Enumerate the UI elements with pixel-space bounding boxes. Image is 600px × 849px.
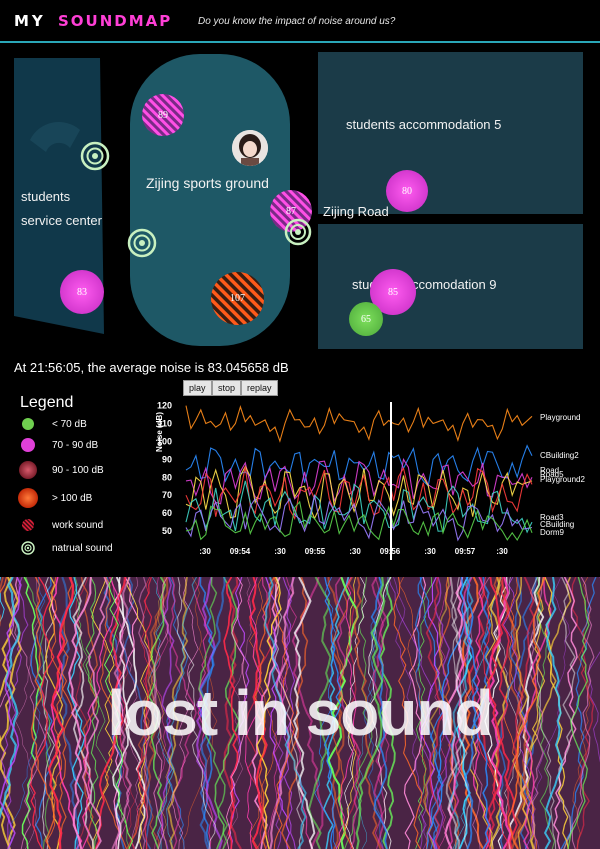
logo-my: MY: [14, 12, 46, 30]
x-tick-label: :30: [199, 547, 211, 556]
noise-bubble-work[interactable]: 89: [142, 94, 184, 136]
y-tick-label: 90: [162, 454, 172, 464]
series-line: [185, 404, 533, 443]
label-accommodation-5: students accommodation 5: [346, 117, 502, 132]
noise-bubble[interactable]: 80: [386, 170, 428, 212]
legend-label-70-90: 70 - 90 dB: [52, 440, 99, 451]
series-label: Playground2: [540, 475, 585, 484]
avatar[interactable]: [232, 130, 268, 166]
y-tick-label: 110: [157, 419, 172, 429]
replay-button[interactable]: replay: [241, 380, 278, 396]
label-sports-ground: Zijing sports ground: [146, 175, 269, 191]
y-tick-label: 120: [157, 401, 172, 411]
x-tick-label: :30: [424, 547, 436, 556]
legend-swatches: [18, 418, 38, 555]
x-tick-label: :30: [496, 547, 508, 556]
series-label: Playground: [540, 413, 580, 422]
series-line: [185, 500, 533, 542]
legend-label-90-100: 90 - 100 dB: [52, 465, 104, 476]
label-service-center: students service center: [21, 189, 102, 228]
x-tick-label: 09:57: [455, 547, 476, 556]
y-tick-label: 80: [162, 472, 172, 482]
legend-swatch-70-90: [21, 438, 35, 452]
average-noise-status: At 21:56:05, the average noise is 83.045…: [14, 360, 289, 375]
noise-chart[interactable]: Noise (dB)5060708090100110120:30 09:54:30…: [150, 396, 600, 570]
campus-map[interactable]: students service center Zijing sports gr…: [0, 44, 600, 356]
logo-soundmap: SOUNDMAP: [58, 12, 173, 30]
x-tick-label: 09:55: [305, 547, 326, 556]
legend-label-lt70: < 70 dB: [52, 419, 87, 430]
y-tick-label: 50: [162, 526, 172, 536]
noise-bubble[interactable]: 83: [60, 270, 104, 314]
stop-button[interactable]: stop: [212, 380, 242, 396]
x-tick-label: 09:54: [230, 547, 251, 556]
x-tick-label: :30: [274, 547, 286, 556]
legend-label-work: work sound: [52, 520, 104, 531]
noise-bubble[interactable]: 65: [349, 302, 383, 336]
y-tick-label: 100: [157, 436, 172, 446]
accommodation-5-building: [318, 52, 583, 214]
series-label: CBuilding2: [540, 451, 579, 460]
play-button[interactable]: play: [183, 380, 212, 396]
legend-label-gt100: > 100 dB: [52, 493, 93, 504]
x-tick-label: :30: [349, 547, 361, 556]
legend-swatch-90-100: [19, 461, 37, 479]
legend-swatch-natural: [21, 541, 35, 555]
artwork-title: lost in sound: [107, 677, 493, 749]
noise-bubble-work[interactable]: 87: [270, 190, 312, 232]
label-zijing-road: Zijing Road: [323, 204, 389, 219]
tagline: Do you know the impact of noise around u…: [198, 16, 396, 27]
noise-bubble-work[interactable]: 107: [211, 272, 264, 325]
y-tick-label: 70: [162, 490, 172, 500]
y-tick-label: 60: [162, 508, 172, 518]
legend-swatch-work: [22, 519, 34, 531]
legend-swatch-lt70: [22, 418, 34, 430]
series-label: Dorm9: [540, 528, 565, 537]
legend-title: Legend: [20, 394, 74, 411]
legend-label-natural: natrual sound: [52, 543, 113, 554]
header-divider: [0, 41, 600, 43]
legend-swatch-gt100: [18, 488, 38, 508]
